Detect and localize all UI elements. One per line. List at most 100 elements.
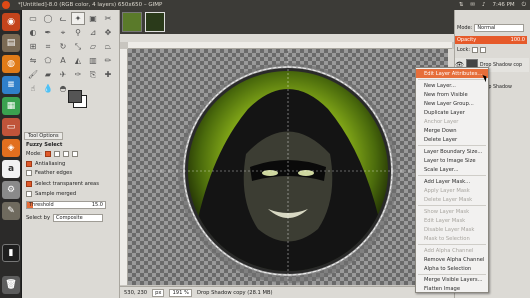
color-picker-icon[interactable]: ⌖	[56, 26, 70, 39]
menu-item-add-layer-mask[interactable]: Add Layer Mask...	[416, 177, 488, 186]
network-icon[interactable]: ⇅	[459, 2, 464, 8]
antialiasing-option[interactable]: Antialiasing	[26, 161, 65, 167]
ellipse-select-icon[interactable]: ◯	[41, 12, 55, 25]
airbrush-icon[interactable]: ✈	[56, 68, 70, 81]
fuzzy-select-icon[interactable]: ✦	[71, 12, 85, 25]
trash-icon[interactable]: 🗑	[2, 276, 20, 294]
amazon-icon[interactable]: a	[2, 160, 20, 178]
menu-item-new-layer[interactable]: New Layer...	[416, 81, 488, 90]
menu-item-duplicate-layer[interactable]: Duplicate Layer	[416, 108, 488, 117]
heal-icon[interactable]: ✚	[101, 68, 115, 81]
terminal-icon[interactable]: ▮	[2, 244, 20, 262]
menu-item-merge-down[interactable]: Merge Down	[416, 126, 488, 135]
select-transparent-option[interactable]: Select transparent areas	[26, 181, 99, 187]
menu-item-merge-visible-layers[interactable]: Merge Visible Layers...	[416, 275, 488, 284]
menu-item-layer-boundary-size[interactable]: Layer Boundary Size...	[416, 147, 488, 156]
sample-merged-checkbox[interactable]	[26, 191, 32, 197]
rotate-icon[interactable]: ↻	[56, 40, 70, 53]
files-icon[interactable]: ▤	[2, 34, 20, 52]
image-tab-2[interactable]	[145, 12, 165, 32]
clock[interactable]: 7:46 PM	[492, 2, 514, 8]
calc-icon[interactable]: ▦	[2, 97, 20, 115]
zoom-dropdown[interactable]: 191 %	[169, 288, 192, 297]
clone-icon[interactable]: ⎘	[86, 68, 100, 81]
menu-item-apply-layer-mask[interactable]: Apply Layer Mask	[416, 186, 488, 195]
volume-icon[interactable]: ♪	[482, 2, 486, 8]
free-select-icon[interactable]: ᓚ	[56, 12, 70, 25]
menu-item-alpha-to-selection[interactable]: Alpha to Selection	[416, 264, 488, 273]
image-canvas[interactable]	[128, 49, 448, 285]
menu-item-flatten-image[interactable]: Flatten Image	[416, 284, 488, 293]
foreground-color[interactable]	[68, 90, 82, 103]
perspective-icon[interactable]: ⏢	[101, 40, 115, 53]
menu-item-add-alpha-channel[interactable]: Add Alpha Channel	[416, 246, 488, 255]
rect-select-icon[interactable]: ▭	[26, 12, 40, 25]
menu-item-edit-layer-attributes[interactable]: Edit Layer Attributes...	[416, 69, 488, 78]
flip-icon[interactable]: ⇋	[26, 54, 40, 67]
mail-icon[interactable]: ✉	[470, 2, 475, 8]
feather-checkbox[interactable]	[26, 170, 32, 176]
text-icon[interactable]: A	[56, 54, 70, 67]
menu-item-edit-layer-mask[interactable]: Edit Layer Mask	[416, 216, 488, 225]
menu-item-mask-to-selection[interactable]: Mask to Selection	[416, 234, 488, 243]
mode-replace-button[interactable]	[44, 151, 51, 157]
mode-subtract-button[interactable]	[62, 151, 69, 157]
lock-pixels-checkbox[interactable]	[472, 47, 479, 53]
feather-option[interactable]: Feather edges	[26, 170, 72, 176]
impress-icon[interactable]: ▭	[2, 118, 20, 136]
vertical-ruler[interactable]	[120, 49, 128, 285]
sample-merged-option[interactable]: Sample merged	[26, 191, 76, 197]
writer-icon[interactable]: ≡	[2, 76, 20, 94]
software-center-icon[interactable]: ◈	[2, 139, 20, 157]
ink-icon[interactable]: ✑	[71, 68, 85, 81]
firefox-icon[interactable]: ◍	[2, 55, 20, 73]
zoom-icon[interactable]: ⚲	[71, 26, 85, 39]
menu-item-scale-layer[interactable]: Scale Layer...	[416, 165, 488, 174]
antialiasing-checkbox[interactable]	[26, 161, 32, 167]
paths-icon[interactable]: ✒	[41, 26, 55, 39]
pencil-icon[interactable]: ✏	[101, 54, 115, 67]
mode-add-button[interactable]	[53, 151, 60, 157]
lock-alpha-checkbox[interactable]	[480, 47, 487, 53]
cage-icon[interactable]: ⬠	[41, 54, 55, 67]
menu-item-disable-layer-mask[interactable]: Disable Layer Mask	[416, 225, 488, 234]
crop-icon[interactable]: ⌗	[41, 40, 55, 53]
shear-icon[interactable]: ▱	[86, 40, 100, 53]
image-tab-1[interactable]	[122, 12, 142, 32]
color-select-icon[interactable]: ▣	[86, 12, 100, 25]
menu-item-layer-to-image-size[interactable]: Layer to Image Size	[416, 156, 488, 165]
opacity-slider[interactable]: Opacity 100.0	[455, 36, 527, 44]
select-by-dropdown[interactable]: Composite	[53, 214, 104, 222]
tab-tool-options[interactable]: Tool Options	[24, 131, 63, 140]
measure-icon[interactable]: ⊿	[86, 26, 100, 39]
align-icon[interactable]: ⊞	[26, 40, 40, 53]
horizontal-ruler[interactable]	[128, 42, 452, 49]
menu-item-remove-alpha-channel[interactable]: Remove Alpha Channel	[416, 255, 488, 264]
tool-options-title: Fuzzy Select	[26, 142, 63, 148]
layer-mode-dropdown[interactable]: Normal	[474, 24, 525, 32]
mode-intersect-button[interactable]	[71, 151, 78, 157]
bucket-fill-icon[interactable]: ◭	[71, 54, 85, 67]
menu-item-delete-layer-mask[interactable]: Delete Layer Mask	[416, 195, 488, 204]
menu-item-show-layer-mask[interactable]: Show Layer Mask	[416, 207, 488, 216]
foreground-select-icon[interactable]: ◐	[26, 26, 40, 39]
menu-item-anchor-layer[interactable]: Anchor Layer	[416, 117, 488, 126]
select-transparent-checkbox[interactable]	[26, 181, 32, 187]
menu-item-new-from-visible[interactable]: New from Visible	[416, 90, 488, 99]
tool-grid: ▭ ◯ ᓚ ✦ ▣ ✂ ◐ ✒ ⌖ ⚲ ⊿ ✥ ⊞ ⌗ ↻ ⤡ ▱ ⏢ ⇋ ⬠ …	[26, 12, 116, 95]
dash-icon[interactable]: ◉	[2, 13, 20, 31]
scale-icon[interactable]: ⤡	[71, 40, 85, 53]
paintbrush-icon[interactable]: 🖌	[26, 68, 40, 81]
menu-item-new-layer-group[interactable]: New Layer Group...	[416, 99, 488, 108]
eraser-icon[interactable]: ▰	[41, 68, 55, 81]
close-window-button[interactable]	[2, 1, 10, 9]
blend-icon[interactable]: ▥	[86, 54, 100, 67]
move-icon[interactable]: ✥	[101, 26, 115, 39]
threshold-slider[interactable]: Threshold 15.0	[26, 201, 106, 209]
scissors-icon[interactable]: ✂	[101, 12, 115, 25]
unit-dropdown[interactable]: px	[152, 288, 165, 297]
power-icon[interactable]: ⏻	[522, 2, 526, 9]
settings-icon[interactable]: ⚙	[2, 181, 20, 199]
gimp-icon[interactable]: ✎	[2, 202, 20, 220]
menu-item-delete-layer[interactable]: Delete Layer	[416, 135, 488, 144]
